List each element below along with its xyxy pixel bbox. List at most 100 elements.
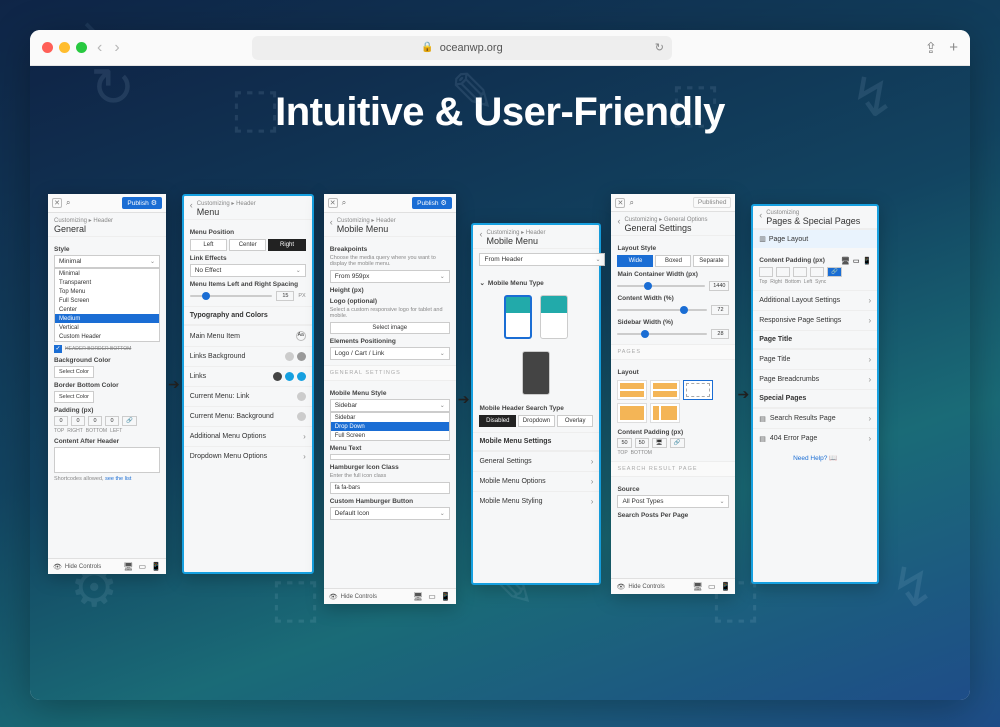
content-textarea[interactable]	[54, 447, 160, 473]
close-button[interactable]: ✕	[615, 198, 625, 208]
error-page-row[interactable]: ▤404 Error Page›	[753, 428, 877, 448]
breakpoints-dropdown[interactable]: From 959px⌄	[330, 270, 450, 283]
chevron-down-icon: ⌄	[719, 498, 724, 505]
url-text: oceanwp.org	[440, 42, 503, 54]
chevron-right-icon: ›	[303, 432, 306, 441]
mobile-type-option[interactable]	[540, 295, 568, 339]
tablet-icon[interactable]: ▭	[853, 257, 860, 265]
hide-controls[interactable]: Hide Controls	[341, 594, 377, 600]
chevron-down-icon: ⌄	[440, 510, 445, 517]
search-icon[interactable]: ⌕	[342, 198, 346, 208]
page-layout-row[interactable]: ▥Page Layout	[753, 229, 877, 248]
link-effects-dropdown[interactable]: No Effect⌄	[190, 264, 306, 277]
desktop-icon[interactable]: 🖥	[413, 592, 423, 601]
close-button[interactable]: ✕	[328, 198, 338, 208]
desktop-icon[interactable]: 🖥	[123, 562, 133, 571]
from-header-dropdown[interactable]: From Header⌄	[479, 253, 605, 266]
lock-icon: 🔒	[421, 42, 433, 53]
link-icon[interactable]: 🔗	[670, 438, 685, 448]
search-type-toggle[interactable]: Disabled Dropdown Overlay	[479, 415, 593, 427]
publish-button[interactable]: Publish⚙	[412, 197, 452, 209]
reload-icon[interactable]: ↻	[655, 41, 664, 54]
elements-dropdown[interactable]: Logo / Cart / Link⌄	[330, 347, 450, 360]
mobile-icon[interactable]: 📱	[441, 592, 451, 601]
panels-row: ✕ ⌕ Publish ⚙ Customizing ▸ Header Gener…	[30, 194, 970, 604]
menu-text-input[interactable]	[330, 454, 450, 460]
tablet-icon[interactable]: ▭	[138, 562, 146, 571]
desktop-icon[interactable]: 🖥	[693, 582, 703, 591]
minimize-dot[interactable]	[59, 42, 70, 53]
back-icon[interactable]: ‹	[617, 216, 620, 233]
back-icon[interactable]: ‹	[759, 210, 762, 226]
typography-icon[interactable]: Aa	[296, 331, 306, 341]
additional-options-row[interactable]: Additional Menu Options›	[184, 426, 312, 446]
checkbox[interactable]: ✓	[54, 345, 62, 353]
nav-back-icon[interactable]: ‹	[95, 39, 104, 57]
address-bar[interactable]: 🔒 oceanwp.org ↻	[252, 36, 672, 60]
close-dot[interactable]	[42, 42, 53, 53]
window-controls[interactable]	[42, 42, 87, 53]
new-tab-icon[interactable]: +	[949, 39, 958, 57]
mobile-styling-row[interactable]: Mobile Menu Styling›	[473, 491, 599, 511]
custom-hamburger-dropdown[interactable]: Default Icon⌄	[330, 507, 450, 520]
responsive-settings-row[interactable]: Responsive Page Settings›	[753, 310, 877, 330]
tablet-icon[interactable]: ▭	[428, 592, 436, 601]
chevron-down-icon[interactable]: ⌄	[479, 279, 484, 287]
back-icon[interactable]: ‹	[330, 217, 333, 234]
close-button[interactable]: ✕	[52, 198, 62, 208]
layout-grid[interactable]	[617, 378, 729, 425]
gear-icon[interactable]: ⚙	[151, 199, 157, 207]
search-results-row[interactable]: ▤Search Results Page›	[753, 408, 877, 428]
mobile-style-dropdown[interactable]: Sidebar⌄	[330, 399, 450, 412]
style-dropdown[interactable]: Minimal⌄	[54, 255, 160, 268]
customizer-mobile-menu-panel: ✕ ⌕ Publish⚙ ‹ Customizing ▸ HeaderMobil…	[324, 194, 456, 604]
gear-icon[interactable]: ⚙	[440, 199, 446, 207]
dropdown-options-row[interactable]: Dropdown Menu Options›	[184, 446, 312, 466]
mobile-type-option[interactable]	[504, 295, 532, 339]
zoom-dot[interactable]	[76, 42, 87, 53]
main-width-slider[interactable]: 1440	[617, 281, 729, 291]
menu-position-toggle[interactable]: Left Center Right	[190, 239, 306, 251]
page-title-row[interactable]: Page Title›	[753, 349, 877, 369]
select-image-button[interactable]: Select image	[330, 322, 450, 334]
tablet-icon[interactable]: ▭	[708, 582, 716, 591]
hide-controls[interactable]: Hide Controls	[628, 584, 664, 590]
nav-forward-icon[interactable]: ›	[112, 39, 121, 57]
additional-layout-row[interactable]: Additional Layout Settings›	[753, 290, 877, 310]
mobile-type-option[interactable]	[522, 351, 550, 395]
mobile-icon[interactable]: 📱	[721, 582, 731, 591]
desktop-icon[interactable]: 🖥	[652, 438, 667, 448]
source-dropdown[interactable]: All Post Types⌄	[617, 495, 729, 508]
share-icon[interactable]: ⇪	[925, 39, 938, 57]
mobile-type-thumbnails[interactable]	[479, 289, 593, 345]
style-listbox[interactable]: Minimal Transparent Top Menu Full Screen…	[54, 268, 160, 342]
mobile-style-listbox[interactable]: Sidebar Drop Down Full Screen	[330, 412, 450, 441]
mobile-icon[interactable]: 📱	[862, 257, 871, 265]
layout-style-toggle[interactable]: Wide Boxed Separate	[617, 255, 729, 267]
shortcodes-link[interactable]: see the list	[105, 476, 131, 482]
arrow-right-icon: ➔	[737, 386, 749, 403]
back-icon[interactable]: ‹	[190, 200, 193, 217]
customizer-general-settings-panel: ✕ ⌕ Published ‹ Customizing ▸ General Op…	[611, 194, 735, 594]
mobile-options-row[interactable]: Mobile Menu Options›	[473, 471, 599, 491]
sidebar-width-slider[interactable]: 28	[617, 329, 729, 339]
search-icon[interactable]: ⌕	[629, 198, 633, 208]
mobile-icon[interactable]: 📱	[151, 562, 161, 571]
publish-button[interactable]: Publish ⚙	[122, 197, 162, 209]
hamburger-input[interactable]: fa fa-bars	[330, 482, 450, 494]
chevron-right-icon: ›	[869, 296, 872, 305]
link-icon[interactable]: 🔗	[122, 416, 137, 426]
hide-controls[interactable]: Hide Controls	[65, 564, 101, 570]
back-icon[interactable]: ‹	[479, 229, 482, 246]
search-icon[interactable]: ⌕	[66, 198, 70, 208]
chevron-right-icon: ›	[591, 477, 594, 486]
desktop-icon[interactable]: 🖥	[841, 257, 850, 265]
general-settings-row[interactable]: General Settings›	[473, 451, 599, 471]
breadcrumbs-row[interactable]: Page Breadcrumbs›	[753, 369, 877, 389]
color-picker-button[interactable]: Select Color	[54, 366, 94, 378]
content-width-slider[interactable]: 72	[617, 305, 729, 315]
color-picker-button[interactable]: Select Color	[54, 391, 94, 403]
need-help-link[interactable]: Need Help? 📖	[753, 448, 877, 468]
spacing-slider[interactable]: 15 PX	[190, 291, 306, 301]
sync-icon[interactable]: 🔗	[827, 267, 842, 277]
